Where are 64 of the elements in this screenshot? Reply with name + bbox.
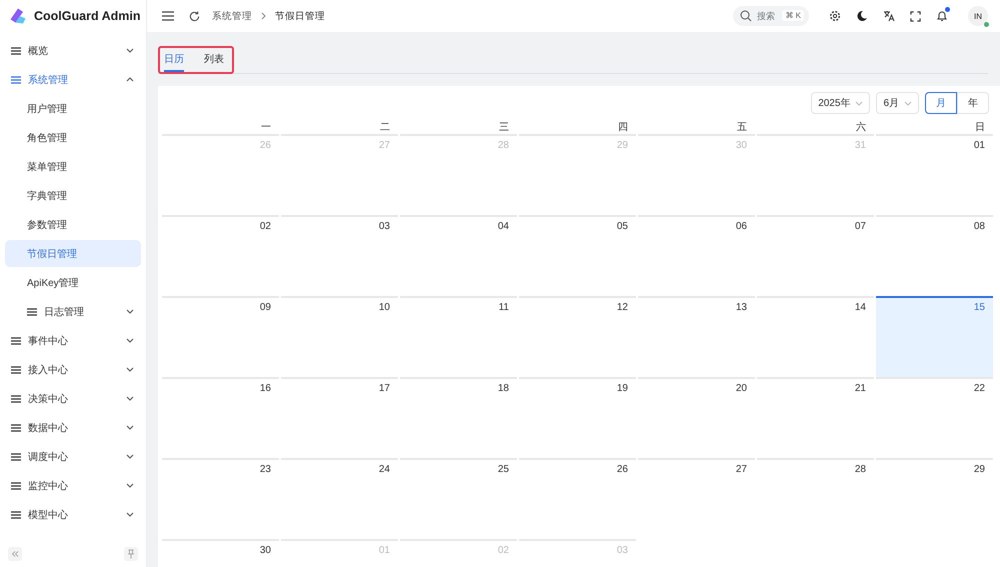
mode-toggle[interactable]: 年 <box>957 92 989 114</box>
date-cell[interactable]: 13 <box>638 296 755 377</box>
date-cell[interactable]: 09 <box>162 296 279 377</box>
weekday-header: 六 <box>855 120 867 134</box>
app-title: CoolGuard Admin <box>34 9 140 23</box>
date-cell[interactable]: 04 <box>400 215 517 296</box>
date-cell[interactable]: 25 <box>400 458 517 539</box>
weekday-header: 三 <box>498 121 510 134</box>
date-cell[interactable]: 07 <box>757 215 874 296</box>
mode-toggle[interactable]: 月 <box>925 92 957 114</box>
weekday-header: 一 <box>260 121 272 134</box>
sidebar-item[interactable]: 节假日管理 <box>5 240 141 267</box>
date-cell[interactable]: 27 <box>638 458 755 539</box>
date-cell[interactable]: 24 <box>281 458 398 539</box>
date-cell[interactable]: 21 <box>757 377 874 458</box>
date-cell[interactable]: 03 <box>281 215 398 296</box>
user-avatar[interactable]: IN <box>968 6 988 26</box>
date-cell[interactable]: 15 <box>876 296 993 377</box>
sidebar-item[interactable]: 监控中心 <box>5 472 141 499</box>
sidebar-item[interactable]: 决策中心 <box>5 385 141 412</box>
date-cell[interactable]: 06 <box>638 215 755 296</box>
year-select[interactable]: 2025年 <box>811 92 870 114</box>
sidebar-item[interactable]: 用户管理 <box>5 95 141 122</box>
weekday-header: 二 <box>379 121 391 134</box>
sidebar-item[interactable]: 菜单管理 <box>5 153 141 180</box>
sidebar-item[interactable]: 数据中心 <box>5 414 141 441</box>
date-cell[interactable]: 22 <box>876 377 993 458</box>
sidebar-item[interactable]: 调度中心 <box>5 443 141 470</box>
date-cell[interactable]: 18 <box>400 377 517 458</box>
shortcut-hint: ⌘ K <box>782 10 804 21</box>
sidebar-item[interactable]: 角色管理 <box>5 124 141 151</box>
weekday-header: 四 <box>617 121 629 134</box>
weekday-header: 日 <box>974 121 986 134</box>
sidebar-item[interactable]: 日志管理 <box>5 298 141 325</box>
date-cell[interactable]: 30 <box>162 539 279 567</box>
breadcrumb-item[interactable]: 节假日管理 <box>275 10 325 22</box>
sidebar-item[interactable]: 系统管理 <box>5 66 141 93</box>
sidebar-item[interactable]: 接入中心 <box>5 356 141 383</box>
tab[interactable]: 列表 <box>204 48 224 72</box>
date-cell[interactable]: 20 <box>638 377 755 458</box>
date-cell[interactable]: 01 <box>876 134 993 215</box>
tab[interactable]: 日历 <box>164 48 184 72</box>
sidebar-item[interactable]: 事件中心 <box>5 327 141 354</box>
sidebar-item[interactable]: 模型中心 <box>5 501 141 528</box>
date-cell[interactable]: 17 <box>281 377 398 458</box>
sidebar-item[interactable]: 字典管理 <box>5 182 141 209</box>
date-cell[interactable]: 26 <box>519 458 636 539</box>
date-cell[interactable]: 11 <box>400 296 517 377</box>
sidebar-item[interactable]: 概览 <box>5 37 141 64</box>
date-cell[interactable]: 12 <box>519 296 636 377</box>
date-cell[interactable]: 14 <box>757 296 874 377</box>
date-cell[interactable]: 29 <box>876 458 993 539</box>
sidebar-item[interactable]: ApiKey管理 <box>5 269 141 296</box>
date-cell[interactable]: 10 <box>281 296 398 377</box>
date-cell[interactable]: 05 <box>519 215 636 296</box>
date-cell[interactable]: 19 <box>519 377 636 458</box>
date-cell[interactable]: 23 <box>162 458 279 539</box>
weekday-header: 五 <box>736 121 748 134</box>
sidebar-item[interactable]: 参数管理 <box>5 211 141 238</box>
date-cell[interactable]: 28 <box>757 458 874 539</box>
month-select[interactable]: 6月 <box>876 92 919 114</box>
date-cell[interactable]: 02 <box>162 215 279 296</box>
date-cell[interactable]: 16 <box>162 377 279 458</box>
breadcrumb-item[interactable]: 系统管理 <box>212 10 252 22</box>
